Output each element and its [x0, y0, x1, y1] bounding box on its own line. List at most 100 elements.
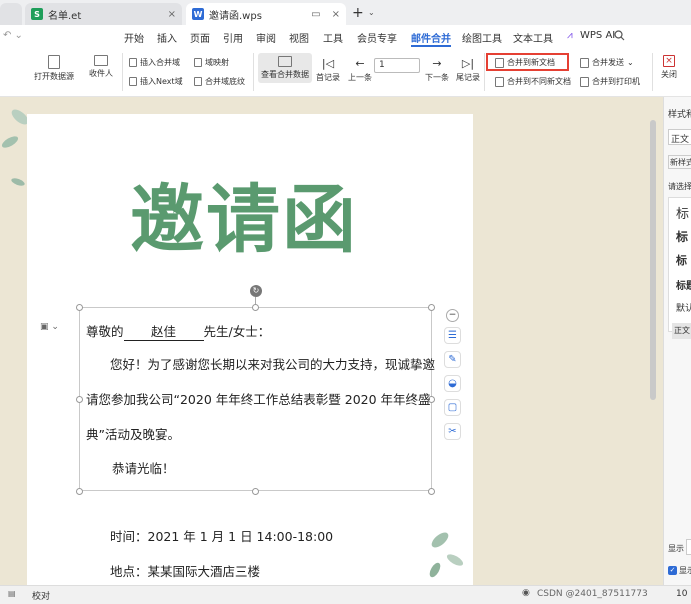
insert-next-label: 插入Next域	[140, 77, 183, 86]
merge-to-different-docs-label: 合并到不同新文档	[507, 77, 571, 86]
tab-mingdan[interactable]: S 名单.et ×	[25, 3, 182, 25]
fill-icon[interactable]: ◒	[444, 375, 461, 392]
last-record-button[interactable]: ▷| 尾记录	[456, 57, 480, 83]
merge-to-different-docs-button[interactable]: 合并到不同新文档	[495, 76, 571, 87]
paragraph-line-3: 典”活动及晚宴。	[86, 427, 180, 442]
paragraph-line-2: 请您参加我公司“2020 年年终工作总结表彰暨 2020 年年终盛	[86, 392, 431, 407]
new-tab-button[interactable]: +	[352, 5, 364, 21]
show-select[interactable]	[686, 539, 691, 555]
merge-to-printer-label: 合并到打印机	[592, 77, 640, 86]
resize-handle[interactable]	[428, 304, 435, 311]
styles-pane: 样式和 正文 新样式 请选择 标 标 标 标题 默认 正文 显示 ✓ 显示	[663, 97, 691, 585]
zoom-level[interactable]: 10	[676, 589, 687, 599]
next-field-icon	[129, 77, 137, 86]
closing-line: 恭请光临！	[112, 461, 175, 476]
field-shading-label: 合并域底纹	[205, 77, 245, 86]
style-heading-2[interactable]: 标	[676, 228, 688, 245]
paragraph-line-1: 您好！为了感谢您长期以来对我公司的大力支持，现诚挚邀	[110, 357, 436, 372]
divider	[253, 53, 254, 91]
open-data-source-button[interactable]: 打开数据源	[34, 55, 74, 82]
view-merged-data-button[interactable]: 查看合并数据	[258, 53, 312, 83]
open-data-source-label: 打开数据源	[34, 72, 74, 81]
checkbox-checked-icon[interactable]: ✓	[668, 566, 677, 575]
menu-view[interactable]: 视图	[289, 30, 309, 45]
style-heading-3[interactable]: 标	[676, 252, 687, 268]
collapse-icon[interactable]: −	[446, 309, 459, 322]
pen-icon[interactable]: ✎	[444, 351, 461, 368]
record-number-input[interactable]: 1	[374, 58, 420, 73]
merge-send-button[interactable]: 合并发送 ⌄	[580, 57, 634, 68]
field-shading-button[interactable]: 合并域底纹	[194, 76, 245, 87]
menu-insert[interactable]: 插入	[157, 30, 177, 45]
resize-handle[interactable]	[76, 396, 83, 403]
merge-send-label: 合并发送	[592, 58, 624, 67]
show-label: 显示	[668, 544, 684, 553]
recipient-name-field[interactable]: 赵佳	[123, 321, 204, 341]
resize-handle[interactable]	[76, 304, 83, 311]
menu-member[interactable]: 会员专享	[357, 30, 397, 45]
recipients-button[interactable]: 收件人	[89, 55, 113, 79]
next-record-label: 下一条	[425, 73, 449, 82]
vertical-scrollbar[interactable]	[650, 120, 656, 400]
new-style-button[interactable]: 新样式	[668, 155, 691, 169]
tab-invitation[interactable]: W 邀请函.wps ▭ ×	[186, 3, 346, 25]
merge-to-printer-button[interactable]: 合并到打印机	[580, 76, 640, 87]
divider	[484, 53, 485, 91]
border-icon[interactable]: ▢	[444, 399, 461, 416]
style-heading-1[interactable]: 标	[676, 203, 689, 222]
chevron-down-icon[interactable]: ⌄	[368, 8, 375, 17]
resize-handle[interactable]	[428, 488, 435, 495]
window-icon[interactable]: ▭	[311, 9, 320, 20]
undo-icon[interactable]: ↶ ⌄	[3, 30, 23, 41]
show-preview-label: 显示	[679, 566, 691, 575]
menu-page[interactable]: 页面	[190, 30, 210, 45]
menu-bar: ↶ ⌄ 开始 插入 页面 引用 审阅 视图 工具 会员专享 邮件合并 绘图工具 …	[0, 25, 691, 47]
resize-handle[interactable]	[252, 304, 259, 311]
proofread-button[interactable]: 校对	[32, 589, 50, 602]
menu-wps-ai[interactable]: WPS AI	[580, 30, 615, 41]
greeting-prefix: 尊敬的	[86, 324, 124, 339]
chevron-down-icon: ⌄	[627, 58, 634, 67]
rotate-handle-icon[interactable]: ↻	[250, 285, 262, 297]
close-merge-button[interactable]: × 关闭	[661, 55, 677, 80]
resize-handle[interactable]	[252, 488, 259, 495]
style-default[interactable]: 默认	[676, 301, 691, 314]
printer-icon	[580, 76, 589, 87]
resize-handle[interactable]	[76, 488, 83, 495]
insert-next-button[interactable]: 插入Next域	[129, 76, 183, 87]
close-icon[interactable]: ×	[332, 9, 340, 20]
field-map-button[interactable]: 域映射	[194, 57, 229, 68]
greeting-suffix: 先生/女士：	[203, 324, 271, 339]
menu-drawing-tools[interactable]: 绘图工具	[462, 30, 502, 45]
layout-options-icon[interactable]: ▣ ⌄	[40, 322, 59, 332]
menu-mail-merge[interactable]: 邮件合并	[411, 30, 451, 47]
document-icon: W	[192, 8, 204, 20]
first-record-button[interactable]: |◁ 首记录	[316, 57, 340, 83]
next-record-button[interactable]: → 下一条	[425, 57, 449, 83]
style-normal[interactable]: 正文	[672, 323, 691, 339]
eye-icon[interactable]: ◉	[522, 588, 530, 598]
menu-text-tools[interactable]: 文本工具	[513, 30, 553, 45]
greeting-line: 尊敬的 赵佳 先生/女士：	[86, 321, 270, 341]
text-layout-icon[interactable]: ☰	[444, 327, 461, 344]
prev-record-label: 上一条	[348, 73, 372, 82]
menu-review[interactable]: 审阅	[256, 30, 276, 45]
style-heading-4[interactable]: 标题	[676, 277, 691, 292]
search-icon[interactable]	[614, 30, 625, 41]
first-record-icon: |◁	[321, 57, 335, 70]
mail-icon	[94, 55, 108, 66]
insert-merge-field-button[interactable]: 插入合并域	[129, 57, 180, 68]
style-selector[interactable]: 正文	[668, 129, 691, 145]
tab-label: 邀请函.wps	[209, 10, 262, 22]
tools-icon[interactable]: ✂	[444, 423, 461, 440]
tab-prev[interactable]	[0, 3, 22, 25]
watermark-text: CSDN @2401_87511773	[537, 589, 648, 599]
close-icon[interactable]: ×	[168, 9, 176, 20]
wps-ai-icon[interactable]: ⩘	[567, 30, 573, 41]
prev-record-button[interactable]: ← 上一条	[348, 57, 372, 83]
first-record-label: 首记录	[316, 73, 340, 82]
menu-reference[interactable]: 引用	[223, 30, 243, 45]
menu-tools[interactable]: 工具	[323, 30, 343, 45]
divider	[652, 53, 653, 91]
menu-start[interactable]: 开始	[124, 30, 144, 45]
